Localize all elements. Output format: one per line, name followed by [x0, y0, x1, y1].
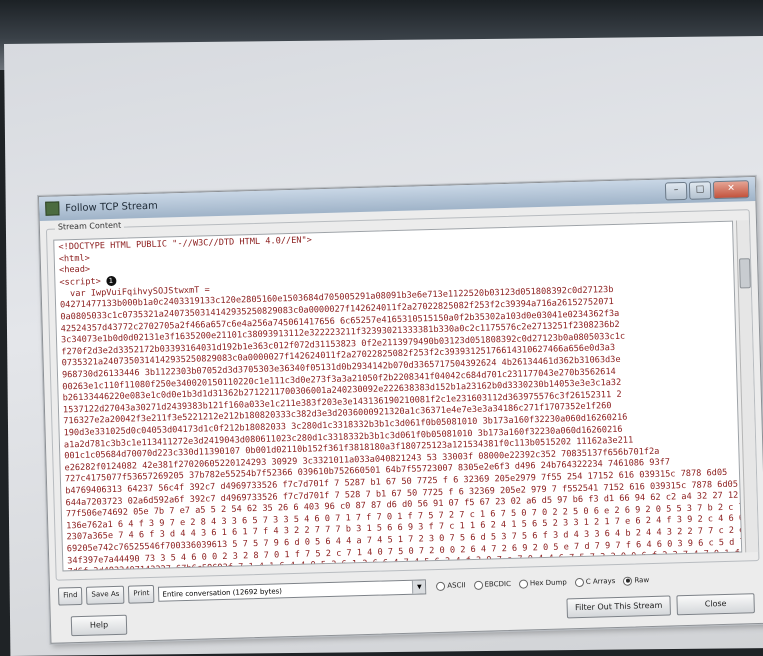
maximize-button[interactable]: □ [688, 181, 712, 200]
stream-line-text: <head> [58, 264, 91, 276]
radio-c-arrays[interactable]: C Arrays [574, 577, 616, 587]
save-as-button[interactable]: Save As [86, 585, 125, 605]
follow-tcp-stream-window: Follow TCP Stream – □ ✕ Stream Content <… [38, 175, 763, 644]
radio-indicator[interactable] [518, 578, 529, 589]
radio-label: Raw [634, 576, 650, 585]
chevron-down-icon: ▼ [412, 579, 426, 594]
conversation-select-value: Entire conversation (12692 bytes) [162, 586, 283, 599]
stream-line-text: <script> [59, 276, 107, 288]
conversation-select[interactable]: Entire conversation (12692 bytes) ▼ [158, 578, 427, 602]
radio-ascii[interactable]: ASCII [436, 581, 466, 591]
window-title: Follow TCP Stream [65, 200, 158, 214]
radio-hex-dump[interactable]: Hex Dump [518, 578, 567, 589]
find-button[interactable]: Find [57, 586, 83, 606]
radio-indicator[interactable] [436, 581, 446, 591]
radio-label: ASCII [447, 581, 466, 590]
encoding-radio-group: ASCII EBCDIC Hex Dump C Arrays Raw [436, 576, 649, 591]
stream-content-group: Stream Content <!DOCTYPE HTML PUBLIC "-/… [45, 209, 760, 581]
minimize-button[interactable]: – [664, 181, 688, 201]
radio-label: C Arrays [585, 577, 616, 586]
filter-out-stream-button[interactable]: Filter Out This Stream [566, 595, 671, 619]
stream-content-text[interactable]: <!DOCTYPE HTML PUBLIC "-//W3C//DTD HTML … [53, 220, 743, 572]
radio-indicator[interactable] [473, 580, 483, 590]
radio-label: Hex Dump [529, 578, 567, 588]
app-icon [45, 201, 60, 216]
callout-marker: 1 [105, 275, 117, 286]
stream-content-label: Stream Content [54, 220, 125, 232]
radio-ebcdic[interactable]: EBCDIC [473, 579, 512, 590]
print-button[interactable]: Print [128, 584, 155, 604]
radio-label: EBCDIC [484, 579, 512, 589]
radio-indicator[interactable] [574, 577, 584, 587]
close-button[interactable]: Close [676, 593, 755, 616]
window-controls: – □ ✕ [664, 180, 750, 201]
radio-indicator[interactable] [623, 576, 633, 586]
stream-line-text: <html> [58, 253, 90, 265]
scrollbar-thumb[interactable] [739, 258, 751, 289]
radio-raw[interactable]: Raw [623, 576, 649, 586]
help-button[interactable]: Help [70, 614, 128, 637]
close-window-button[interactable]: ✕ [712, 180, 750, 200]
